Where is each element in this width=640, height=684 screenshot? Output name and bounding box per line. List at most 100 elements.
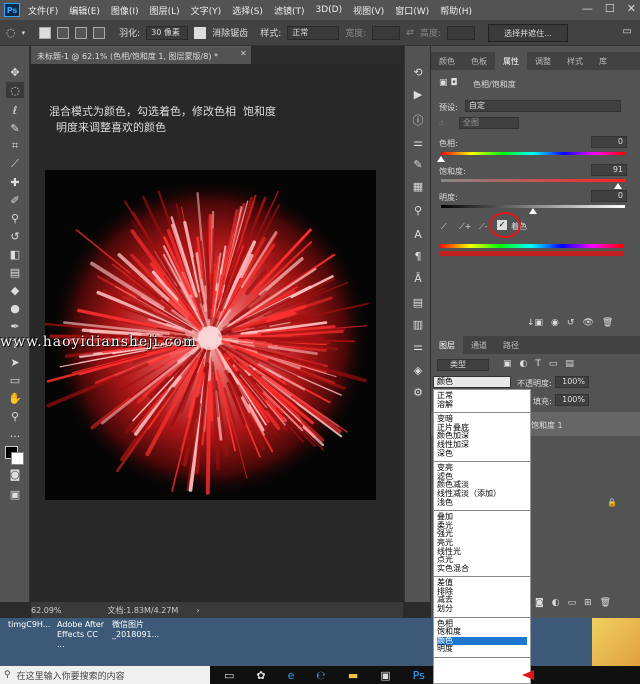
menu-edit[interactable]: 编辑(E) <box>69 4 100 17</box>
app-icon[interactable]: ✿ <box>256 669 265 682</box>
quick-select-icon[interactable]: ✎ <box>6 120 24 136</box>
saturation-slider-thumb[interactable] <box>613 183 622 189</box>
tab-channels[interactable]: 通道 <box>463 336 495 354</box>
view-previous-icon[interactable]: ◉ <box>551 318 559 328</box>
delete-layer-icon[interactable]: 🗑 <box>600 598 611 608</box>
hand-icon[interactable]: ☝ <box>439 118 444 127</box>
gradient-tool-icon[interactable]: ▤ <box>6 264 24 280</box>
feather-input[interactable]: 30 像素 <box>146 25 189 40</box>
edge-icon[interactable]: ℮ <box>316 669 325 682</box>
menu-file[interactable]: 文件(F) <box>28 4 58 17</box>
style-select[interactable]: 正常 <box>287 25 340 40</box>
blur-tool-icon[interactable]: ◆ <box>6 282 24 298</box>
layer-kind-filter[interactable]: 类型 <box>437 359 489 371</box>
blend-mode-select[interactable]: 颜色 <box>433 376 511 388</box>
lightness-slider-thumb[interactable] <box>529 208 537 214</box>
paragraph-icon[interactable]: ¶ <box>410 248 426 264</box>
blend-mode-dropdown[interactable]: 正常 溶解 变暗 正片叠底 颜色加深 线性加深 深色 变亮 滤色 颜色减淡 线性减淡（添加） 浅色 叠加… <box>433 389 531 684</box>
dodge-tool-icon[interactable]: ● <box>6 300 24 316</box>
hand-tool-icon[interactable]: ✋ <box>6 390 24 406</box>
folder-icon[interactable]: ▬ <box>348 669 358 682</box>
hue-slider-thumb[interactable] <box>437 156 445 162</box>
menu-layer[interactable]: 图层(L) <box>150 4 180 17</box>
minimize-icon[interactable]: — <box>582 2 593 15</box>
healing-brush-icon[interactable]: ✚ <box>6 174 24 190</box>
background-color-swatch[interactable] <box>11 452 24 465</box>
new-layer-icon[interactable]: ⊞ <box>584 598 592 608</box>
chevron-down-icon[interactable]: ▾ <box>22 29 26 37</box>
status-arrow-icon[interactable]: › <box>196 606 199 615</box>
fill-value[interactable]: 100% <box>555 394 589 406</box>
store-icon[interactable]: ▣ <box>380 669 390 682</box>
tab-swatches[interactable]: 色板 <box>463 52 495 70</box>
info-icon[interactable]: ⓘ <box>410 112 426 128</box>
clip-layer-icon[interactable]: ↓▣ <box>527 318 543 328</box>
preset-select[interactable]: 自定 <box>465 100 621 112</box>
desktop-icon-label[interactable]: timgC9H... <box>8 620 50 629</box>
lightness-value[interactable]: 0 <box>591 190 627 202</box>
more-tools-icon[interactable]: ··· <box>6 428 24 444</box>
zoom-level[interactable]: 62.09% <box>31 606 62 615</box>
adjustment-layer-icon[interactable]: ◐ <box>552 598 560 608</box>
menu-type[interactable]: 文字(Y) <box>191 4 222 17</box>
stamp-tool-icon[interactable]: ⚲ <box>6 210 24 226</box>
menu-help[interactable]: 帮助(H) <box>440 4 472 17</box>
saturation-slider[interactable] <box>441 179 625 182</box>
zoom-tool-icon[interactable]: ⚲ <box>6 408 24 424</box>
pixel-filter-icon[interactable]: ▣ <box>503 359 512 369</box>
menu-filter[interactable]: 滤镜(T) <box>274 4 305 17</box>
tab-color[interactable]: 颜色 <box>431 52 463 70</box>
pen-tool-icon[interactable]: ✒ <box>6 318 24 334</box>
tab-adjustments[interactable]: 调整 <box>527 52 559 70</box>
tab-libraries[interactable]: 库 <box>591 52 615 70</box>
brush-tool-icon[interactable]: ✐ <box>6 192 24 208</box>
photoshop-taskbar-icon[interactable]: Ps <box>413 669 425 682</box>
menu-select[interactable]: 选择(S) <box>232 4 263 17</box>
tab-paths[interactable]: 路径 <box>495 336 527 354</box>
marquee-tool-icon[interactable]: ◌ <box>6 82 24 98</box>
hue-slider[interactable] <box>441 152 625 155</box>
add-selection-icon[interactable] <box>57 26 70 39</box>
history-icon[interactable]: ⟲ <box>410 64 426 80</box>
channel-select[interactable]: 全图 <box>459 117 519 129</box>
blend-mode-option[interactable]: 溶解 <box>437 400 527 410</box>
width-input[interactable] <box>372 25 401 40</box>
marquee-tool-icon[interactable]: ◌ <box>6 26 16 39</box>
eyedropper-minus-icon[interactable]: ⟋- <box>479 222 488 232</box>
timeline-icon[interactable]: ▥ <box>410 316 426 332</box>
workspace-icon[interactable]: ▭ <box>623 26 632 37</box>
saturation-value[interactable]: 91 <box>591 164 627 176</box>
desktop-icon-label[interactable]: Adobe After Effects CC ... <box>57 620 107 650</box>
brush-settings-icon[interactable]: ✎ <box>410 156 426 172</box>
reset-icon[interactable]: ↺ <box>567 318 575 328</box>
document-canvas-area[interactable]: 混合模式为颜色，勾选着色，修改色相 饱和度 明度来调整喜欢的颜色 <box>31 64 403 602</box>
taskbar-search[interactable]: ⚲ 在这里输入你要搜索的内容 <box>0 666 210 684</box>
blend-mode-option[interactable]: 实色混合 <box>437 564 527 574</box>
layer-name[interactable]: 饱和度 1 <box>531 420 563 431</box>
height-input[interactable] <box>446 25 475 40</box>
history-brush-icon[interactable]: ↺ <box>6 228 24 244</box>
subtract-selection-icon[interactable] <box>75 26 88 39</box>
task-view-icon[interactable]: ▭ <box>224 669 234 682</box>
group-icon[interactable]: ▭ <box>568 598 577 608</box>
antialias-checkbox[interactable] <box>194 26 207 39</box>
hue-value[interactable]: 0 <box>591 136 627 148</box>
swap-icon[interactable]: ⇄ <box>406 28 414 38</box>
tab-properties[interactable]: 属性 <box>495 52 527 70</box>
eyedropper-icon[interactable]: ⟋ <box>6 156 24 172</box>
settings-icon[interactable]: ⚙ <box>410 384 426 400</box>
type-filter-icon[interactable]: T <box>535 359 541 369</box>
adjustment-filter-icon[interactable]: ◐ <box>520 359 528 369</box>
notes-icon[interactable]: ▤ <box>410 294 426 310</box>
ie-icon[interactable]: e <box>288 669 295 682</box>
tab-layers[interactable]: 图层 <box>431 336 463 354</box>
maximize-icon[interactable]: ☐ <box>605 2 615 15</box>
blend-mode-option[interactable]: 明度 <box>437 645 527 654</box>
play-icon[interactable]: ▶ <box>410 86 426 102</box>
trash-icon[interactable]: 🗑 <box>602 318 613 328</box>
eraser-icon[interactable]: ◧ <box>6 246 24 262</box>
crop-tool-icon[interactable]: ⌗ <box>6 138 24 154</box>
shape-filter-icon[interactable]: ▭ <box>549 359 558 369</box>
adjust-icon[interactable]: ⚌ <box>410 134 426 150</box>
intersect-selection-icon[interactable] <box>93 26 106 39</box>
